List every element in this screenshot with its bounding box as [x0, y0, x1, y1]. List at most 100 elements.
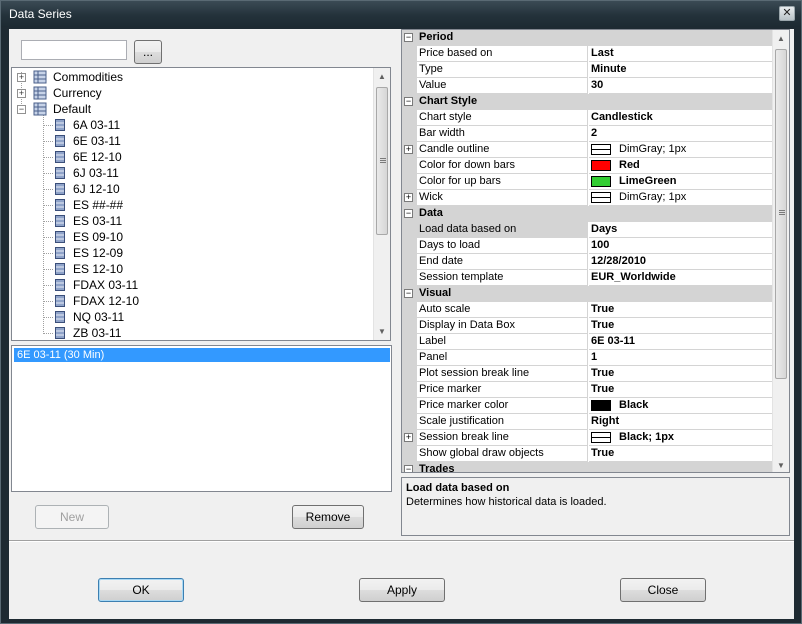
remove-button[interactable]: Remove	[292, 505, 364, 529]
property-row[interactable]: + Session break line Black; 1px	[402, 430, 773, 446]
tree-item[interactable]: 6J 03-11	[12, 165, 212, 181]
property-value[interactable]: True	[589, 382, 773, 398]
expand-icon[interactable]: +	[17, 73, 26, 82]
browse-button[interactable]: ...	[134, 40, 162, 64]
property-row[interactable]: Show global draw objects True	[402, 446, 773, 462]
property-row[interactable]: Panel 1	[402, 350, 773, 366]
property-value-cell[interactable]: DimGray; 1px	[589, 142, 773, 158]
property-value[interactable]: 30	[589, 78, 773, 94]
property-value[interactable]: True	[589, 446, 773, 462]
property-value[interactable]: Last	[589, 46, 773, 62]
tree-item[interactable]: ES 12-10	[12, 261, 212, 277]
property-row-selected[interactable]: Load data based on Days	[402, 222, 773, 238]
property-value[interactable]: 2	[589, 126, 773, 142]
property-row[interactable]: + Wick DimGray; 1px	[402, 190, 773, 206]
property-value[interactable]: 12/28/2010	[589, 254, 773, 270]
property-value[interactable]: Days	[589, 222, 773, 238]
title-bar[interactable]: Data Series ✕	[1, 1, 801, 27]
property-value[interactable]: Candlestick	[589, 110, 773, 126]
category-visual[interactable]: − Visual	[402, 286, 773, 302]
ok-button[interactable]: OK	[98, 578, 184, 602]
property-row[interactable]: Color for up bars LimeGreen	[402, 174, 773, 190]
tree-item[interactable]: ZB 03-11	[12, 325, 212, 340]
category-chart-style[interactable]: − Chart Style	[402, 94, 773, 110]
property-value[interactable]: True	[589, 366, 773, 382]
property-row[interactable]: Price based on Last	[402, 46, 773, 62]
tree-item[interactable]: ES 12-09	[12, 245, 212, 261]
collapse-icon[interactable]: −	[404, 209, 413, 218]
property-row[interactable]: Bar width 2	[402, 126, 773, 142]
property-row[interactable]: Session template EUR_Worldwide	[402, 270, 773, 286]
property-value-cell[interactable]: Black; 1px	[589, 430, 773, 446]
property-value-cell[interactable]: LimeGreen	[589, 174, 773, 190]
property-row[interactable]: Plot session break line True	[402, 366, 773, 382]
tree-item[interactable]: 6A 03-11	[12, 117, 212, 133]
property-value-cell[interactable]: DimGray; 1px	[589, 190, 773, 206]
property-value[interactable]: Minute	[589, 62, 773, 78]
tree-item[interactable]: 6J 12-10	[12, 181, 212, 197]
property-row[interactable]: Scale justification Right	[402, 414, 773, 430]
property-grid-scrollbar[interactable]: ▲ ▼	[772, 30, 789, 472]
property-row[interactable]: Value 30	[402, 78, 773, 94]
new-button[interactable]: New	[35, 505, 109, 529]
property-row[interactable]: Days to load 100	[402, 238, 773, 254]
tree-item[interactable]: NQ 03-11	[12, 309, 212, 325]
property-value[interactable]: Right	[589, 414, 773, 430]
expand-icon[interactable]: +	[17, 89, 26, 98]
collapse-icon[interactable]: −	[404, 465, 413, 472]
property-row[interactable]: Label 6E 03-11	[402, 334, 773, 350]
property-value[interactable]: True	[589, 302, 773, 318]
close-window-button[interactable]: ✕	[779, 6, 795, 21]
tree-group-default[interactable]: − Default	[12, 101, 312, 117]
collapse-icon[interactable]: −	[404, 33, 413, 42]
collapse-icon[interactable]: −	[17, 105, 26, 114]
property-row[interactable]: + Candle outline DimGray; 1px	[402, 142, 773, 158]
instrument-tree[interactable]: + Commodities + Currency − Default 6A 03…	[11, 67, 391, 341]
tree-item[interactable]: 6E 03-11	[12, 133, 212, 149]
tree-scrollbar[interactable]: ▲ ▼	[373, 68, 390, 340]
tree-item[interactable]: ES ##-##	[12, 197, 212, 213]
tree-item[interactable]: FDAX 12-10	[12, 293, 212, 309]
selected-series-item[interactable]: 6E 03-11 (30 Min)	[14, 348, 390, 362]
expand-icon[interactable]: +	[404, 433, 413, 442]
scroll-thumb[interactable]	[775, 49, 787, 379]
apply-button[interactable]: Apply	[359, 578, 445, 602]
property-value-cell[interactable]: Black	[589, 398, 773, 414]
close-button[interactable]: Close	[620, 578, 706, 602]
property-value-cell[interactable]: Red	[589, 158, 773, 174]
tree-group-commodities[interactable]: + Commodities	[12, 69, 312, 85]
scroll-up-icon[interactable]: ▲	[374, 68, 390, 85]
property-row[interactable]: Auto scale True	[402, 302, 773, 318]
property-value[interactable]: 100	[589, 238, 773, 254]
property-row[interactable]: Chart style Candlestick	[402, 110, 773, 126]
scroll-up-icon[interactable]: ▲	[773, 30, 789, 47]
property-row[interactable]: Price marker True	[402, 382, 773, 398]
collapse-icon[interactable]: −	[404, 289, 413, 298]
selected-series-list[interactable]: 6E 03-11 (30 Min)	[11, 345, 392, 492]
property-value[interactable]: 1	[589, 350, 773, 366]
tree-item[interactable]: ES 03-11	[12, 213, 212, 229]
property-value[interactable]: 6E 03-11	[589, 334, 773, 350]
scroll-down-icon[interactable]: ▼	[374, 323, 390, 340]
property-row[interactable]: End date 12/28/2010	[402, 254, 773, 270]
scroll-down-icon[interactable]: ▼	[773, 457, 789, 472]
collapse-icon[interactable]: −	[404, 97, 413, 106]
expand-icon[interactable]: +	[404, 193, 413, 202]
property-row[interactable]: Price marker color Black	[402, 398, 773, 414]
tree-item[interactable]: FDAX 03-11	[12, 277, 212, 293]
property-row[interactable]: Type Minute	[402, 62, 773, 78]
expand-icon[interactable]: +	[404, 145, 413, 154]
instrument-search-input[interactable]	[21, 40, 127, 60]
property-grid[interactable]: − Period Price based on Last Type Minute…	[401, 29, 790, 473]
tree-group-currency[interactable]: + Currency	[12, 85, 312, 101]
category-data[interactable]: − Data	[402, 206, 773, 222]
tree-item[interactable]: 6E 12-10	[12, 149, 212, 165]
property-row[interactable]: Display in Data Box True	[402, 318, 773, 334]
property-row[interactable]: Color for down bars Red	[402, 158, 773, 174]
category-trades[interactable]: − Trades	[402, 462, 773, 472]
property-value[interactable]: EUR_Worldwide	[589, 270, 773, 286]
tree-item[interactable]: ES 09-10	[12, 229, 212, 245]
property-value[interactable]: True	[589, 318, 773, 334]
category-period[interactable]: − Period	[402, 30, 773, 46]
scroll-thumb[interactable]	[376, 87, 388, 235]
